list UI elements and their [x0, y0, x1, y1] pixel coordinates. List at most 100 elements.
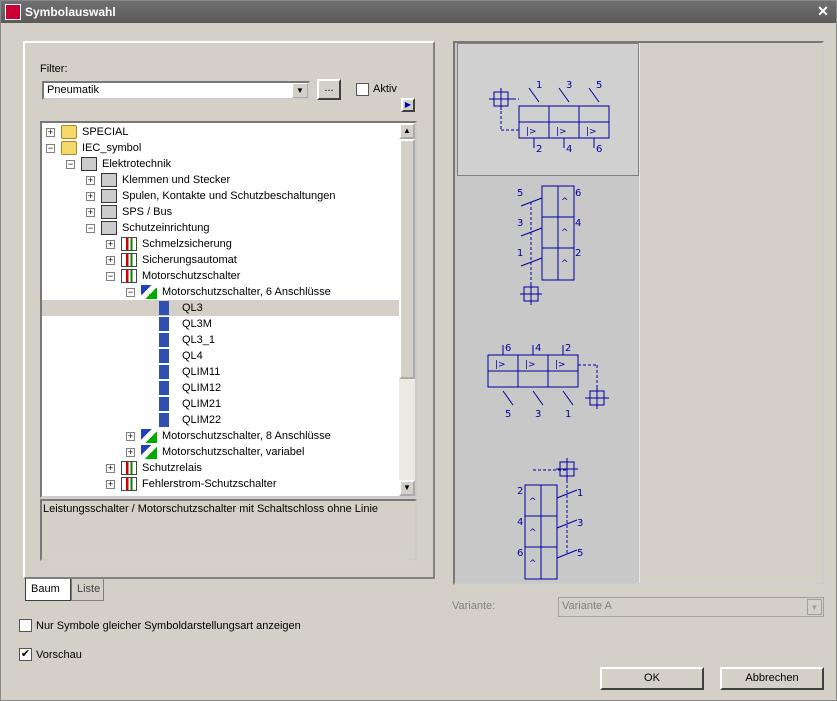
tree-item[interactable]: + Sicherungsautomat	[42, 252, 401, 268]
symbol-tree[interactable]: + SPECIAL − IEC_symbol − Elektrotechnik + Klemm…	[40, 121, 417, 498]
expand-icon[interactable]: +	[106, 480, 115, 489]
tree-item-label: QLIM11	[182, 366, 221, 378]
expand-icon[interactable]: +	[86, 208, 95, 217]
ok-button[interactable]: OK	[600, 667, 704, 690]
filter-select[interactable]: Pneumatik ▼	[42, 81, 310, 100]
tree-item[interactable]: QLIM21	[42, 396, 401, 412]
expand-icon[interactable]: +	[86, 192, 95, 201]
tree-item[interactable]: + Klemmen und Stecker	[42, 172, 401, 188]
chevron-down-icon[interactable]: ▼	[292, 83, 308, 98]
tree-item[interactable]: QL3	[42, 300, 401, 316]
tree-item-label: QLIM21	[182, 398, 222, 410]
collapse-icon[interactable]: −	[66, 160, 75, 169]
preview-variant-3[interactable]: 6 4 2 5 3 1 |> |> |>	[457, 313, 639, 446]
tree-item[interactable]: QL3M	[42, 316, 401, 332]
svg-text:|>: |>	[556, 127, 567, 137]
svg-text:|>: |>	[526, 127, 537, 137]
svg-text:^: ^	[561, 197, 569, 207]
shapes-icon	[141, 429, 157, 443]
tree-item[interactable]: QLIM11	[42, 364, 401, 380]
tree-item[interactable]: − Motorschutzschalter	[42, 268, 401, 284]
tree-item-label: QLIM12	[182, 382, 222, 394]
tree-item[interactable]: + Schmelzsicherung	[42, 236, 401, 252]
tree-item[interactable]: + SPECIAL	[42, 124, 401, 140]
collapse-icon[interactable]: −	[106, 272, 115, 281]
pin-label: 3	[517, 218, 523, 229]
tab-tree[interactable]: Baum	[25, 579, 71, 601]
tree-item-label: SPECIAL	[82, 126, 129, 138]
symbol-group-icon	[121, 269, 137, 283]
expand-icon[interactable]: +	[86, 176, 95, 185]
preview-empty-area	[640, 43, 822, 583]
title-bar: Symbolauswahl ✕	[1, 1, 836, 23]
preview-variant-4[interactable]: 2 1 4 3 6 5 ^ ^ ^	[457, 448, 639, 581]
symbol-group-icon	[121, 253, 137, 267]
pin-label: 2	[565, 343, 571, 354]
expand-arrow-button[interactable]: ▶	[401, 98, 415, 112]
tree-item[interactable]: + Spulen, Kontakte und Schutzbeschaltunge…	[42, 188, 401, 204]
browse-button[interactable]: ...	[317, 79, 341, 100]
tree-item[interactable]: + Schutzrelais	[42, 460, 401, 476]
variant-select[interactable]: Variante A ▼	[558, 597, 824, 617]
preview-label: Vorschau	[36, 649, 82, 661]
tree-item[interactable]: − Motorschutzschalter, 6 Anschlüsse	[42, 284, 401, 300]
expand-icon[interactable]: +	[126, 448, 135, 457]
scroll-thumb[interactable]	[399, 139, 415, 379]
pin-label: 2	[536, 144, 542, 155]
preview-variant-1[interactable]: 1 3 5 2 4 6 |> |> |>	[457, 43, 639, 176]
tree-item[interactable]: − Elektrotechnik	[42, 156, 401, 172]
pin-label: 1	[565, 409, 571, 420]
tree-item[interactable]: − IEC_symbol	[42, 140, 401, 156]
pin-label: 6	[575, 188, 581, 199]
tree-item[interactable]: QL3_1	[42, 332, 401, 348]
tree-item[interactable]: − Schutzeinrichtung	[42, 220, 401, 236]
tree-item-label: Motorschutzschalter, variabel	[162, 446, 305, 458]
book-icon	[101, 221, 117, 235]
pin-label: 3	[577, 518, 583, 529]
plug-icon	[159, 365, 169, 379]
symbol-preview: 1 3 5 2 4 6 |> |> |> 5 6 3 4 1 2 ^ ^ ^ 6…	[453, 41, 824, 585]
close-icon[interactable]: ✕	[814, 3, 832, 19]
active-checkbox[interactable]	[356, 83, 369, 96]
pin-label: 4	[517, 517, 523, 528]
scroll-down-icon[interactable]: ▼	[399, 480, 415, 496]
folder-icon	[61, 141, 77, 155]
tree-item[interactable]: + Motorschutzschalter, 8 Anschlüsse	[42, 428, 401, 444]
scroll-up-icon[interactable]: ▲	[399, 123, 415, 139]
tree-item[interactable]: QLIM22	[42, 412, 401, 428]
pin-label: 1	[536, 80, 542, 91]
collapse-icon[interactable]: −	[126, 288, 135, 297]
breaker-horizontal-bottom-symbol: 6 4 2 5 3 1 |> |> |>	[487, 343, 609, 420]
svg-text:^: ^	[561, 259, 569, 269]
tree-scrollbar[interactable]: ▲ ▼	[399, 123, 415, 496]
tree-panel: Filter: Pneumatik ▼ ... Aktiv ▶ + SPECIAL…	[23, 41, 435, 579]
tree-item-label: QL3_1	[182, 334, 216, 346]
pin-label: 6	[596, 144, 602, 155]
preview-variant-2[interactable]: 5 6 3 4 1 2 ^ ^ ^	[457, 178, 639, 311]
expand-icon[interactable]: +	[106, 256, 115, 265]
expand-icon[interactable]: +	[126, 432, 135, 441]
tree-item-label: QLIM22	[182, 414, 222, 426]
tree-item[interactable]: + SPS / Bus	[42, 204, 401, 220]
tree-item[interactable]: QLIM12	[42, 380, 401, 396]
pin-label: 5	[596, 80, 602, 91]
pin-label: 4	[535, 343, 541, 354]
collapse-icon[interactable]: −	[86, 224, 95, 233]
tree-item-label: Klemmen und Stecker	[122, 174, 231, 186]
tree-item[interactable]: + Fehlerstrom-Schutzschalter	[42, 476, 401, 492]
expand-icon[interactable]: +	[106, 464, 115, 473]
expand-icon[interactable]: +	[46, 128, 55, 137]
plug-icon	[159, 397, 169, 411]
book-icon	[101, 205, 117, 219]
expand-icon[interactable]: +	[106, 240, 115, 249]
tree-item[interactable]: + Motorschutzschalter, variabel	[42, 444, 401, 460]
tree-item[interactable]: QL4	[42, 348, 401, 364]
same-style-checkbox[interactable]	[19, 619, 32, 632]
pin-label: 6	[505, 343, 511, 354]
svg-text:|>: |>	[555, 360, 566, 370]
chevron-down-icon[interactable]: ▼	[807, 599, 822, 615]
preview-checkbox[interactable]: ✔	[19, 648, 32, 661]
cancel-button[interactable]: Abbrechen	[720, 667, 824, 690]
tab-list[interactable]: Liste	[71, 579, 104, 601]
collapse-icon[interactable]: −	[46, 144, 55, 153]
